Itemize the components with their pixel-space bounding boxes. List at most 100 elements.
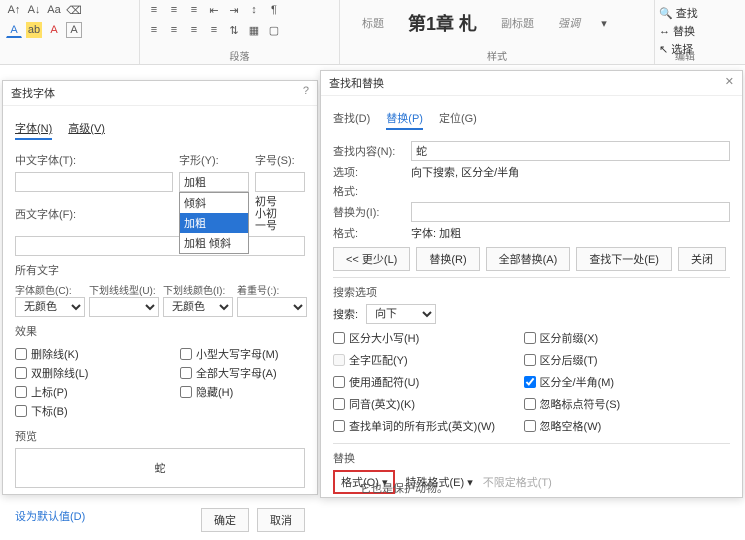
west-font-label: 西文字体(F): [15,206,173,222]
underline-color-select[interactable]: 无颜色 [163,297,233,317]
show-marks-icon[interactable]: ¶ [266,2,282,18]
chk-dstrike[interactable]: 双删除线(L) [15,365,140,381]
chk-suffix[interactable]: 区分后缀(T) [524,352,715,368]
numbering-icon[interactable]: ≡ [166,2,182,18]
line-spacing-icon[interactable]: ⇅ [226,22,242,38]
style-subtitle[interactable]: 副标题 [493,11,542,35]
size-list[interactable]: 初号 小初 一号 [255,196,305,232]
indent-inc-icon[interactable]: ⇥ [226,2,242,18]
search-direction-select[interactable]: 向下 [366,304,436,324]
chk-hidden[interactable]: 隐藏(H) [180,384,305,400]
style-heading1[interactable]: 第1章 札 [400,6,485,40]
align-left-icon[interactable]: ≡ [146,22,162,38]
document-text: 它也是保护动物。 [360,480,448,496]
tab-find[interactable]: 查找(D) [333,108,370,130]
replace-all-button[interactable]: 全部替换(A) [486,247,571,271]
preview-label: 预览 [15,428,305,444]
emphasis-select[interactable] [237,297,307,317]
effects-label: 效果 [15,323,305,339]
chk-superscript[interactable]: 上标(P) [15,384,140,400]
less-button[interactable]: << 更少(L) [333,247,410,271]
font-style-input[interactable] [179,172,249,192]
font-grow-icon[interactable]: A↑ [6,2,22,18]
chk-allcaps[interactable]: 全部大写字母(A) [180,365,305,381]
set-default-button[interactable]: 设为默认值(D) [15,508,85,532]
style-label: 字形(Y): [179,152,249,168]
replace-icon: ↔ [659,25,670,37]
fr-dialog-title: 查找和替换 [329,75,384,91]
search-options-label: 搜索选项 [333,284,730,300]
style-emphasis[interactable]: 强调 [550,11,588,35]
find-button[interactable]: 🔍查找 [659,4,711,22]
cancel-button[interactable]: 取消 [257,508,305,532]
ok-button[interactable]: 确定 [201,508,249,532]
borders-icon[interactable]: ▢ [266,22,282,38]
style-gallery[interactable]: 标题 第1章 札 副标题 强调 ▾ [346,2,648,44]
chk-space[interactable]: 忽略空格(W) [524,418,715,434]
close-button[interactable]: 关闭 [678,247,726,271]
format-value: 字体: 加粗 [411,225,461,241]
chk-fullhalf[interactable]: 区分全/半角(M) [524,374,715,390]
tab-advanced[interactable]: 高级(V) [68,118,105,140]
shading-icon[interactable]: ▦ [246,22,262,38]
char-border-icon[interactable]: A [66,22,82,38]
chk-wildcard[interactable]: 使用通配符(U) [333,374,524,390]
font-color-select[interactable]: 无颜色 [15,297,85,317]
chk-whole[interactable]: 全字匹配(Y) [333,352,524,368]
multilevel-icon[interactable]: ≡ [186,2,202,18]
align-center-icon[interactable]: ≡ [166,22,182,38]
tab-goto[interactable]: 定位(G) [439,108,477,130]
find-font-dialog: 查找字体 ? 字体(N) 高级(V) 中文字体(T): 字形(Y): 字号(S)… [2,80,318,495]
font-style-dropdown[interactable]: 倾斜 加粗 加粗 倾斜 [179,192,249,254]
tab-replace[interactable]: 替换(P) [386,108,423,130]
ribbon: A↑ A↓ Aa ⌫ A ab A A ≡ ≡ ≡ ⇤ ⇥ ↕ ¶ ≡ ≡ ≡ … [0,0,745,65]
search-icon: 🔍 [659,7,673,20]
options-value: 向下搜索, 区分全/半角 [411,164,519,180]
group-label-styles: 样式 [340,48,654,63]
indent-dec-icon[interactable]: ⇤ [206,2,222,18]
find-what-input[interactable] [411,141,730,161]
chk-forms[interactable]: 查找单词的所有形式(英文)(W) [333,418,524,434]
clear-format-icon[interactable]: ⌫ [66,2,82,18]
chk-punct[interactable]: 忽略标点符号(S) [524,396,715,412]
chk-subscript[interactable]: 下标(B) [15,403,140,419]
font-color-icon[interactable]: A [6,22,22,38]
group-label-para: 段落 [140,48,339,63]
replace-section-label: 替换 [333,450,730,466]
group-label-edit: 编辑 [655,48,715,63]
font-color2-icon[interactable]: A [46,22,62,38]
style-opt-italic[interactable]: 倾斜 [180,193,248,213]
bullets-icon[interactable]: ≡ [146,2,162,18]
replace-button[interactable]: ↔替换 [659,22,711,40]
align-justify-icon[interactable]: ≡ [206,22,222,38]
preview-box: 蛇 [15,448,305,488]
replace-with-label: 替换为(I): [333,204,403,220]
chk-case[interactable]: 区分大小写(H) [333,330,524,346]
close-icon[interactable]: ✕ [725,75,734,91]
chk-strike[interactable]: 删除线(K) [15,346,140,362]
style-opt-bolditalic[interactable]: 加粗 倾斜 [180,233,248,253]
font-size-input[interactable] [255,172,305,192]
chk-prefix[interactable]: 区分前缀(X) [524,330,715,346]
sort-icon[interactable]: ↕ [246,2,262,18]
align-right-icon[interactable]: ≡ [186,22,202,38]
highlight-icon[interactable]: ab [26,22,42,38]
replace-button[interactable]: 替换(R) [416,247,479,271]
west-font-input[interactable] [15,236,305,256]
tab-font[interactable]: 字体(N) [15,118,52,140]
chk-smallcaps[interactable]: 小型大写字母(M) [180,346,305,362]
replace-with-input[interactable] [411,202,730,222]
underline-style-select[interactable] [89,297,159,317]
cn-font-input[interactable] [15,172,173,192]
find-replace-dialog: 查找和替换 ✕ 查找(D) 替换(P) 定位(G) 查找内容(N): 选项:向下… [320,70,743,498]
font-shrink-icon[interactable]: A↓ [26,2,42,18]
no-limit-button: 不限定格式(T) [483,474,552,490]
find-next-button[interactable]: 查找下一处(E) [576,247,672,271]
help-icon[interactable]: ? [303,85,309,101]
chk-sounds[interactable]: 同音(英文)(K) [333,396,524,412]
dialog-title: 查找字体 [11,85,55,101]
style-opt-bold[interactable]: 加粗 [180,213,248,233]
change-case-icon[interactable]: Aa [46,2,62,18]
style-more-icon[interactable]: ▾ [596,15,612,31]
style-title[interactable]: 标题 [354,11,392,35]
